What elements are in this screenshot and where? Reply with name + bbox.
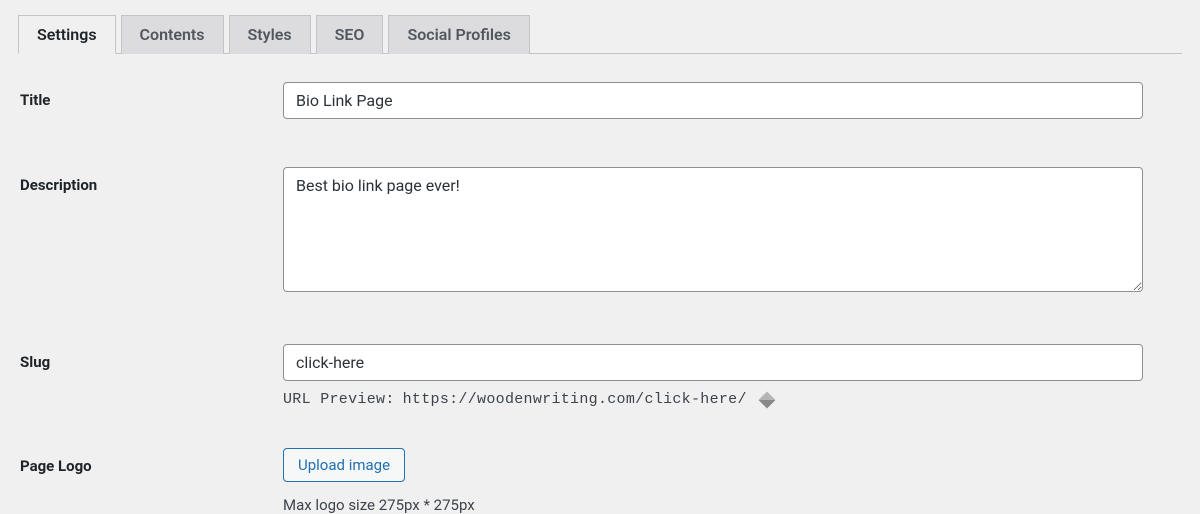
tab-bar: Settings Contents Styles SEO Social Prof… (18, 14, 1182, 54)
slug-label: Slug (18, 344, 283, 371)
slug-input[interactable] (283, 344, 1143, 381)
tab-styles[interactable]: Styles (229, 15, 311, 54)
row-description: Description Best bio link page ever! (18, 167, 1182, 296)
url-preview-value: https://woodenwriting.com/click-here/ (403, 391, 747, 408)
description-label: Description (18, 167, 283, 194)
row-page-logo: Page Logo Upload image Max logo size 275… (18, 448, 1182, 514)
url-preview: URL Preview: https://woodenwriting.com/c… (283, 391, 1143, 408)
copy-icon[interactable] (758, 391, 775, 408)
tab-seo[interactable]: SEO (316, 15, 384, 54)
page-logo-label: Page Logo (18, 448, 283, 475)
description-input[interactable]: Best bio link page ever! (283, 167, 1143, 292)
title-label: Title (18, 82, 283, 109)
logo-size-hint: Max logo size 275px * 275px (283, 496, 1143, 514)
tab-social-profiles[interactable]: Social Profiles (388, 15, 529, 54)
tab-contents[interactable]: Contents (121, 15, 224, 54)
settings-panel: Settings Contents Styles SEO Social Prof… (0, 0, 1200, 514)
title-input[interactable] (283, 82, 1143, 119)
upload-image-button[interactable]: Upload image (283, 448, 405, 482)
row-title: Title (18, 82, 1182, 119)
url-preview-label: URL Preview: (283, 391, 395, 408)
tab-settings[interactable]: Settings (18, 15, 116, 54)
row-slug: Slug URL Preview: https://woodenwriting.… (18, 344, 1182, 408)
form-body: Title Description Best bio link page eve… (18, 82, 1182, 514)
